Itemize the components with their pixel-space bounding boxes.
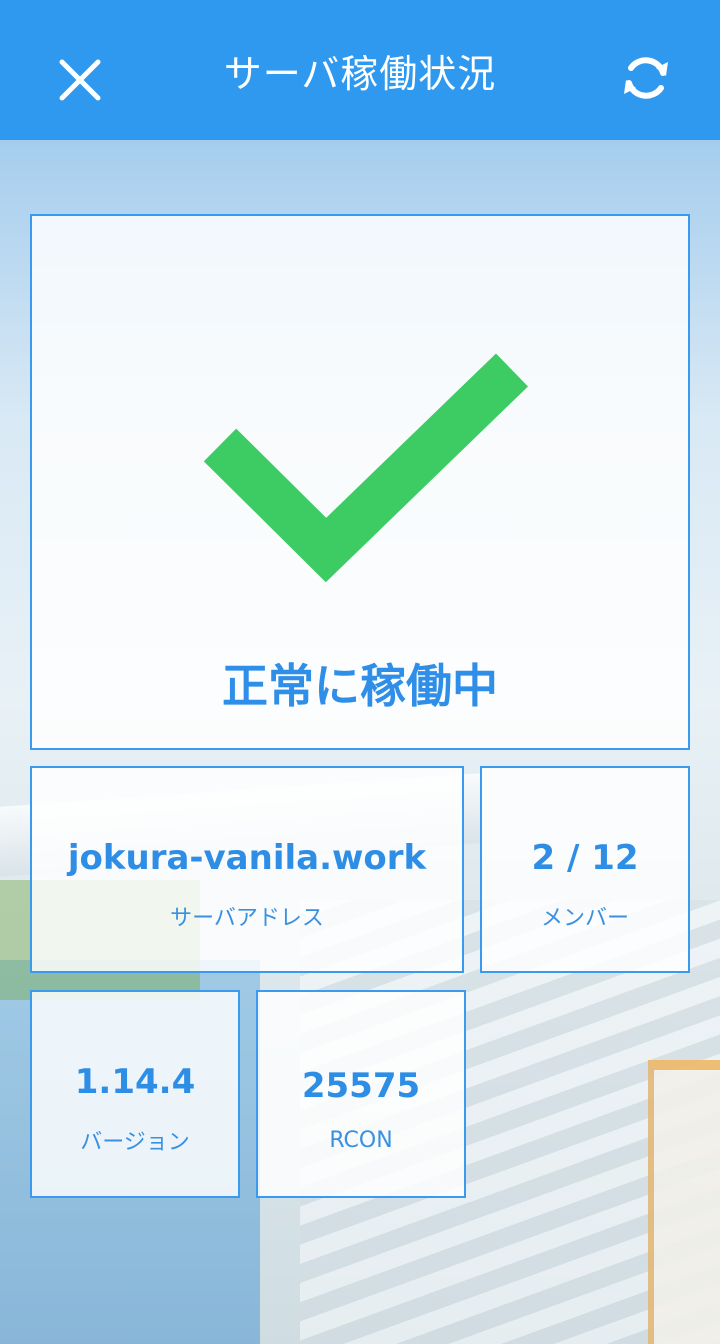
check-icon bbox=[203, 353, 528, 583]
version-card: 1.14.4 バージョン bbox=[30, 990, 240, 1198]
members-value: 2 / 12 bbox=[531, 837, 639, 878]
refresh-button[interactable] bbox=[606, 38, 686, 118]
rcon-card: 25575 RCON bbox=[256, 990, 466, 1198]
refresh-icon bbox=[624, 57, 668, 99]
rcon-label: RCON bbox=[329, 1127, 393, 1153]
server-address-card: jokura-vanila.work サーバアドレス bbox=[30, 766, 464, 973]
close-button[interactable] bbox=[40, 40, 120, 120]
version-label: バージョン bbox=[80, 1130, 190, 1155]
members-label: メンバー bbox=[540, 905, 629, 931]
version-value: 1.14.4 bbox=[74, 1062, 196, 1102]
app-header: サーバ稼働状況 bbox=[0, 0, 720, 140]
page-title: サーバ稼働状況 bbox=[223, 51, 497, 96]
server-address-value: jokura-vanila.work bbox=[67, 837, 427, 878]
members-card: 2 / 12 メンバー bbox=[480, 766, 690, 973]
rcon-value: 25575 bbox=[301, 1065, 421, 1106]
close-icon bbox=[59, 59, 101, 101]
server-address-label: サーバアドレス bbox=[170, 905, 324, 931]
status-text: 正常に稼働中 bbox=[222, 659, 498, 713]
